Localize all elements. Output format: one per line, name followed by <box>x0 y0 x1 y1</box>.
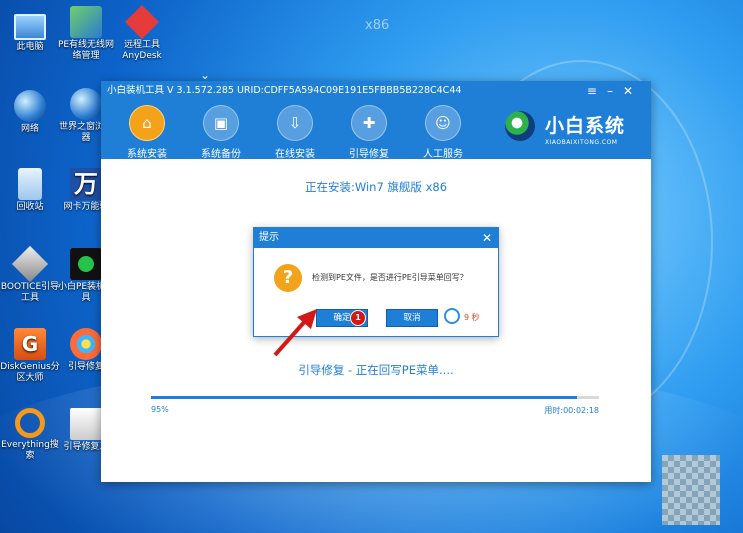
everything-search-icon <box>15 408 45 438</box>
dialog-close-icon[interactable]: ✕ <box>482 228 492 248</box>
install-icon: ⌂ <box>129 105 165 141</box>
question-icon: ? <box>274 264 302 292</box>
browser-icon <box>70 88 102 120</box>
tab-online-install[interactable]: ⇩ 在线安装 <box>269 105 321 160</box>
window-title: 小白装机工具 V 3.1.572.285 URID:CDFF5A594C09E1… <box>107 85 462 96</box>
pixelated-desktop-icon <box>662 455 720 525</box>
tab-system-backup[interactable]: ▣ 系统备份 <box>195 105 247 160</box>
menu-icon[interactable]: ≡ <box>587 84 607 98</box>
desktop-icon-bootice[interactable]: BOOTICE引导工具 <box>0 245 60 304</box>
progress-percent: 95% <box>151 405 169 414</box>
countdown-text: 9 秒 <box>464 313 480 322</box>
backup-icon: ▣ <box>203 105 239 141</box>
dialog-titlebar: 提示 ✕ <box>254 228 498 248</box>
progress-track <box>151 396 599 399</box>
desktop: x86 ⌄ 此电脑 PE有线无线网络管理 远程工具 AnyDesk 网络 世界之… <box>0 0 743 533</box>
installing-title: 正在安装:Win7 旗舰版 x86 <box>304 180 448 194</box>
desktop-icon-recycle-bin[interactable]: 回收站 <box>0 168 60 213</box>
desktop-icon-diskgenius[interactable]: G DiskGenius分区大师 <box>0 328 60 384</box>
diskgenius-icon: G <box>14 328 46 360</box>
repair-kit-icon: ✚ <box>351 105 387 141</box>
window-controls: ≡–✕ <box>587 81 643 101</box>
brand: 小白系统 XIAOBAIXITONG.COM <box>504 111 625 146</box>
xiaobai-pe-icon <box>70 248 102 280</box>
desktop-icon-this-pc[interactable]: 此电脑 <box>0 8 60 53</box>
brand-url: XIAOBAIXITONG.COM <box>544 139 618 146</box>
window-titlebar: 小白装机工具 V 3.1.572.285 URID:CDFF5A594C09E1… <box>101 81 651 101</box>
close-icon[interactable]: ✕ <box>623 84 643 98</box>
cancel-button[interactable]: 取消 <box>386 309 438 327</box>
minimize-icon[interactable]: – <box>607 84 623 98</box>
desktop-icon-network-manager[interactable]: PE有线无线网络管理 <box>56 6 116 62</box>
desktop-icon-network[interactable]: 网络 <box>0 90 60 135</box>
boot-repair-tool-icon <box>70 408 102 440</box>
download-icon: ⇩ <box>277 105 313 141</box>
boot-repair-icon <box>70 328 102 360</box>
network-globe-icon <box>14 90 46 122</box>
recycle-bin-icon <box>18 168 42 200</box>
dialog-message: 检测到PE文件，是否进行PE引导菜单回写？ <box>312 273 468 282</box>
tab-system-install[interactable]: ⌂ 系统安装 <box>121 105 173 160</box>
network-manager-icon <box>70 6 102 38</box>
computer-icon <box>14 14 46 40</box>
status-text: 引导修复 - 正在回写PE菜单.... <box>298 363 454 377</box>
chevron-down-icon: ⌄ <box>200 68 211 82</box>
nav-bar: ⌂ 系统安装 ▣ 系统备份 ⇩ 在线安装 ✚ 引导修复 ☺ 人工服务 小白系统 … <box>101 101 651 160</box>
anydesk-icon <box>125 5 159 39</box>
timer-icon <box>444 308 460 324</box>
brand-logo-icon <box>504 111 535 141</box>
bootice-icon <box>11 245 49 283</box>
chat-icon: ☺ <box>425 105 461 141</box>
progress-fill <box>151 396 577 399</box>
brand-name: 小白系统 <box>544 115 625 137</box>
desktop-icon-anydesk[interactable]: 远程工具 AnyDesk <box>112 5 172 62</box>
dialog-title: 提示 <box>259 232 279 243</box>
tab-boot-repair[interactable]: ✚ 引导修复 <box>343 105 395 160</box>
desktop-watermark: x86 <box>365 18 390 33</box>
elapsed-time: 用时:00:02:18 <box>544 406 599 415</box>
pointer-arrow-icon <box>273 309 317 357</box>
wan-driver-icon: 万 <box>70 168 102 200</box>
step-badge: 1 <box>350 310 366 326</box>
desktop-icon-everything[interactable]: Everything搜索 <box>0 408 60 462</box>
tab-manual-service[interactable]: ☺ 人工服务 <box>417 105 469 160</box>
